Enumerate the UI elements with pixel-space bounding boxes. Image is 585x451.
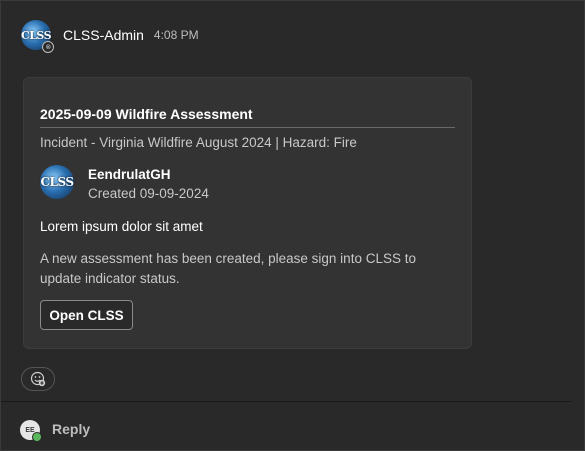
- card-title: 2025-09-09 Wildfire Assessment: [40, 106, 253, 122]
- message-time: 4:08 PM: [153, 28, 199, 42]
- author-name: EendrulatGH: [88, 167, 171, 182]
- card-subtitle: Incident - Virginia Wildfire August 2024…: [40, 135, 357, 150]
- scrollbar[interactable]: [574, 401, 584, 449]
- author-avatar-text: CLSS: [40, 175, 74, 189]
- card-divider: [40, 127, 455, 128]
- adaptive-card: 2025-09-09 Wildfire Assessment Incident …: [23, 77, 472, 349]
- reply-bar[interactable]: EE Reply: [1, 401, 572, 450]
- add-reaction-icon: [30, 371, 46, 387]
- author-avatar: CLSS: [40, 165, 74, 199]
- add-reaction-button[interactable]: [21, 367, 55, 391]
- sender-name[interactable]: CLSS-Admin: [63, 27, 144, 43]
- status-badge-icon: ⊗: [42, 41, 54, 53]
- chat-frame: CLSS ⊗ CLSS-Admin 4:08 PM 2025-09-09 Wil…: [0, 0, 585, 451]
- card-body-text: A new assessment has been created, pleas…: [40, 251, 416, 286]
- sender-avatar-text: CLSS: [20, 28, 52, 42]
- reply-avatar: EE: [20, 420, 42, 442]
- message-header: CLSS ⊗ CLSS-Admin 4:08 PM: [20, 19, 199, 53]
- open-clss-button[interactable]: Open CLSS: [40, 300, 133, 330]
- reply-button[interactable]: Reply: [52, 421, 90, 437]
- card-heading: Lorem ipsum dolor sit amet: [40, 219, 203, 234]
- sender-avatar[interactable]: CLSS ⊗: [20, 20, 54, 53]
- author-created-date: Created 09-09-2024: [88, 186, 209, 201]
- presence-available-icon: [32, 432, 42, 442]
